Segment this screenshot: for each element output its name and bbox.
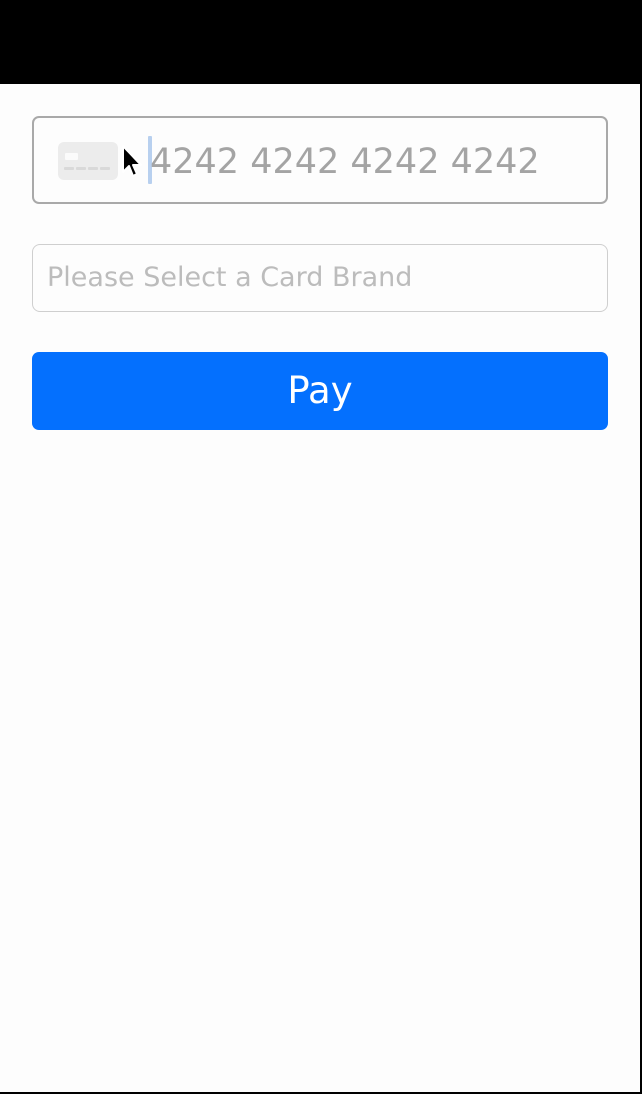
credit-card-icon [58, 142, 118, 180]
top-black-bar [0, 0, 642, 84]
card-brand-placeholder: Please Select a Card Brand [47, 262, 413, 293]
payment-screen: 4242 4242 4242 4242 Please Select a Card… [0, 84, 640, 1092]
card-number-placeholder: 4242 4242 4242 4242 [150, 142, 540, 182]
card-number-field[interactable]: 4242 4242 4242 4242 [32, 116, 608, 204]
mouse-pointer-icon [122, 145, 142, 177]
card-brand-select[interactable]: Please Select a Card Brand [32, 244, 608, 312]
pay-button[interactable]: Pay [32, 352, 608, 430]
